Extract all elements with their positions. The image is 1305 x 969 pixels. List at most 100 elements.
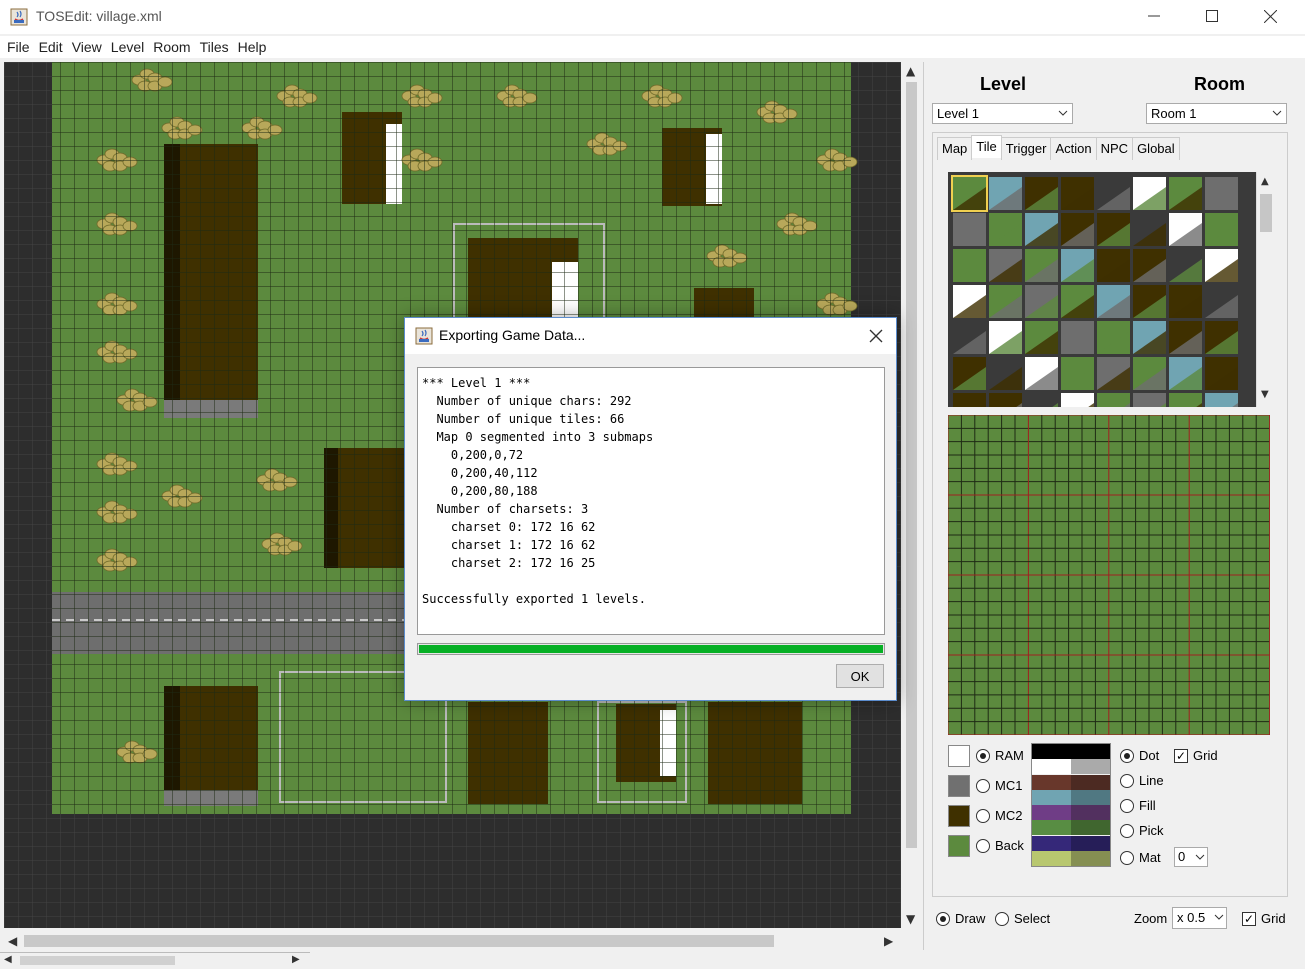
tab-trigger[interactable]: Trigger (1000, 137, 1052, 160)
tile-cell[interactable] (1205, 357, 1238, 390)
tile-cell[interactable] (1061, 213, 1094, 246)
tile-cell[interactable] (989, 357, 1022, 390)
tile-cell[interactable] (1097, 285, 1130, 318)
vertical-scroll-thumb[interactable] (906, 82, 917, 848)
menu-file[interactable]: File (4, 36, 36, 58)
scroll-up-icon[interactable]: ▲ (906, 64, 915, 78)
tile-cell[interactable] (1133, 177, 1166, 210)
tile-cell[interactable] (953, 393, 986, 407)
radio-back[interactable]: Back (976, 838, 1024, 853)
radio-mc2[interactable]: MC2 (976, 808, 1022, 823)
tile-cell[interactable] (1025, 357, 1058, 390)
tile-cell[interactable] (1169, 357, 1202, 390)
radio-back-indicator[interactable] (976, 838, 990, 853)
palette-color-cell[interactable] (1032, 835, 1071, 851)
ok-button[interactable]: OK (836, 664, 884, 688)
tab-map[interactable]: Map (937, 137, 973, 160)
tile-cell[interactable] (1205, 213, 1238, 246)
radio-mat[interactable]: Mat (1120, 850, 1161, 865)
tile-palette-scrollbar[interactable]: ▲ ▼ (1256, 172, 1274, 407)
tile-cell[interactable] (989, 393, 1022, 407)
swatch-mc1[interactable] (948, 775, 970, 797)
palette-color-cell[interactable] (1071, 759, 1110, 775)
palette-color-cell[interactable] (1032, 820, 1071, 836)
tile-cell[interactable] (953, 285, 986, 318)
maximize-button[interactable] (1183, 0, 1241, 32)
tile-cell[interactable] (1133, 357, 1166, 390)
radio-line[interactable]: Line (1120, 773, 1164, 788)
room-select[interactable]: Room 1 (1146, 103, 1287, 124)
tile-cell[interactable] (953, 249, 986, 282)
tile-cell[interactable] (1025, 321, 1058, 354)
tile-cell[interactable] (1205, 285, 1238, 318)
tile-cell[interactable] (1097, 393, 1130, 407)
tile-cell[interactable] (953, 357, 986, 390)
radio-mc2-indicator[interactable] (976, 808, 990, 823)
palette-color-cell[interactable] (1071, 789, 1110, 805)
grid-check-icon[interactable]: ✓ (1174, 748, 1188, 763)
radio-fill-indicator[interactable] (1120, 798, 1134, 813)
tile-cell[interactable] (1061, 177, 1094, 210)
tile-cell[interactable] (1025, 393, 1058, 407)
tile-cell[interactable] (1097, 357, 1130, 390)
tile-cell[interactable] (1061, 393, 1094, 407)
scroll-up-icon[interactable]: ▲ (1261, 175, 1269, 189)
tile-cell[interactable] (1169, 393, 1202, 407)
radio-pick-indicator[interactable] (1120, 823, 1134, 838)
radio-select-indicator[interactable] (995, 911, 1009, 926)
tile-cell[interactable] (1169, 177, 1202, 210)
menu-tiles[interactable]: Tiles (197, 36, 235, 58)
radio-mat-indicator[interactable] (1120, 850, 1134, 865)
export-log[interactable]: *** Level 1 *** Number of unique chars: … (417, 367, 885, 635)
radio-draw-indicator[interactable] (936, 911, 950, 926)
tile-palette-scroll-thumb[interactable] (1260, 194, 1272, 232)
tile-cell[interactable] (1025, 285, 1058, 318)
palette-color-cell[interactable] (1032, 850, 1071, 866)
tile-cell[interactable] (1205, 177, 1238, 210)
tile-cell[interactable] (989, 285, 1022, 318)
tile-cell[interactable] (1025, 213, 1058, 246)
dialog-close-button[interactable] (866, 326, 886, 346)
color-palette[interactable] (1031, 743, 1111, 867)
radio-ram[interactable]: RAM (976, 748, 1024, 763)
palette-color-cell[interactable] (1071, 835, 1110, 851)
tile-cell[interactable] (1205, 321, 1238, 354)
menu-room[interactable]: Room (150, 36, 196, 58)
radio-dot-indicator[interactable] (1120, 748, 1134, 763)
tile-cell[interactable] (1097, 213, 1130, 246)
scroll-right-icon[interactable]: ▶ (884, 934, 893, 948)
scroll-left-icon[interactable]: ◀ (8, 934, 17, 948)
tile-cell[interactable] (1133, 393, 1166, 407)
menu-edit[interactable]: Edit (36, 36, 69, 58)
mat-select[interactable]: 0 (1174, 847, 1208, 867)
map-vertical-scrollbar[interactable]: ▲ ▼ (902, 62, 921, 930)
scroll-down-icon[interactable]: ▼ (906, 912, 915, 926)
tile-cell[interactable] (989, 213, 1022, 246)
palette-color-cell[interactable] (1032, 805, 1071, 820)
tile-cell[interactable] (953, 213, 986, 246)
tile-cell[interactable] (953, 177, 986, 210)
palette-color-cell[interactable] (1071, 850, 1110, 866)
bottom-grid-checkbox[interactable]: ✓ Grid (1242, 911, 1286, 926)
radio-line-indicator[interactable] (1120, 773, 1134, 788)
radio-fill[interactable]: Fill (1120, 798, 1156, 813)
palette-color-cell[interactable] (1032, 789, 1071, 805)
radio-ram-indicator[interactable] (976, 748, 990, 763)
tile-cell[interactable] (1133, 249, 1166, 282)
grid-checkbox[interactable]: ✓ Grid (1174, 748, 1218, 763)
tile-cell[interactable] (1097, 249, 1130, 282)
tile-cell[interactable] (1025, 177, 1058, 210)
horizontal-scroll-thumb[interactable] (24, 935, 774, 947)
tile-cell[interactable] (1097, 177, 1130, 210)
swatch-back[interactable] (948, 835, 970, 857)
menu-help[interactable]: Help (235, 36, 273, 58)
tile-cell[interactable] (989, 321, 1022, 354)
tile-palette[interactable] (948, 172, 1256, 407)
tile-cell[interactable] (1169, 213, 1202, 246)
tile-cell[interactable] (1205, 393, 1238, 407)
tab-npc[interactable]: NPC (1095, 137, 1134, 160)
radio-draw[interactable]: Draw (936, 911, 985, 926)
tile-cell[interactable] (1169, 249, 1202, 282)
tile-editor[interactable] (948, 415, 1270, 735)
tile-cell[interactable] (1025, 249, 1058, 282)
